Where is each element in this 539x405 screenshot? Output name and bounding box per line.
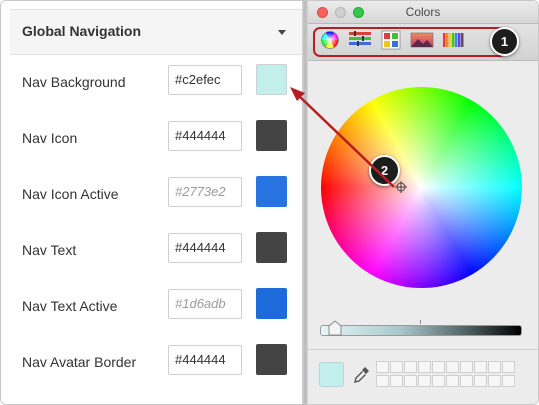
field-label: Nav Text [22, 242, 77, 258]
field-label: Nav Background [22, 74, 126, 90]
empty-swatch[interactable] [460, 375, 473, 387]
global-navigation-header[interactable]: Global Navigation [10, 9, 302, 55]
colors-window: Colors 1 2 [308, 1, 538, 404]
empty-swatch[interactable] [390, 361, 403, 373]
empty-swatch[interactable] [474, 375, 487, 387]
color-swatch[interactable] [256, 288, 287, 319]
callout-badge-1: 1 [490, 27, 519, 56]
crosshair-icon[interactable] [395, 181, 407, 193]
callout-badge-2: 2 [369, 155, 400, 186]
nav-background-input[interactable]: #c2efec [168, 65, 242, 95]
nav-background-row: Nav Background #c2efec [1, 54, 301, 110]
screenshot-frame: Global Navigation Nav Background #c2efec… [0, 0, 539, 405]
empty-swatch[interactable] [432, 375, 445, 387]
section-title: Global Navigation [22, 23, 142, 39]
empty-swatch[interactable] [404, 375, 417, 387]
slider-knob[interactable] [328, 320, 342, 337]
empty-swatch[interactable] [446, 361, 459, 373]
empty-swatch[interactable] [432, 361, 445, 373]
empty-swatch[interactable] [502, 375, 515, 387]
window-titlebar[interactable]: Colors [308, 1, 538, 24]
brightness-slider[interactable] [320, 325, 522, 336]
nav-text-input[interactable]: #444444 [168, 233, 242, 263]
color-swatch[interactable] [256, 232, 287, 263]
toolbar-highlight [313, 27, 507, 57]
color-swatch[interactable] [256, 176, 287, 207]
eyedropper-icon[interactable] [353, 365, 371, 385]
empty-swatch[interactable] [488, 361, 501, 373]
nav-icon-active-input[interactable]: #2773e2 [168, 177, 242, 207]
empty-swatch[interactable] [376, 375, 389, 387]
nav-avatar-border-input[interactable]: #444444 [168, 345, 242, 375]
empty-swatch[interactable] [418, 375, 431, 387]
field-label: Nav Avatar Border [22, 354, 137, 370]
nav-icon-input[interactable]: #444444 [168, 121, 242, 151]
empty-swatch[interactable] [446, 375, 459, 387]
empty-swatch[interactable] [376, 361, 389, 373]
swatch-grid [376, 361, 520, 389]
empty-swatch[interactable] [390, 375, 403, 387]
chevron-down-icon[interactable] [278, 30, 286, 35]
empty-swatch[interactable] [488, 375, 501, 387]
empty-swatch[interactable] [418, 361, 431, 373]
nav-avatar-border-row: Nav Avatar Border #444444 [1, 334, 301, 390]
empty-swatch[interactable] [404, 361, 417, 373]
window-title: Colors [405, 5, 441, 19]
theme-editor-panel: Global Navigation Nav Background #c2efec… [1, 1, 302, 404]
nav-text-row: Nav Text #444444 [1, 222, 301, 278]
nav-icon-row: Nav Icon #444444 [1, 110, 301, 166]
field-label: Nav Icon Active [22, 186, 119, 202]
empty-swatch[interactable] [502, 361, 515, 373]
field-label: Nav Icon [22, 130, 78, 146]
empty-swatch[interactable] [474, 361, 487, 373]
nav-text-active-input[interactable]: #1d6adb [168, 289, 242, 319]
color-swatch[interactable] [256, 64, 287, 95]
empty-swatch[interactable] [460, 361, 473, 373]
slider-tick [420, 320, 421, 324]
nav-text-active-row: Nav Text Active #1d6adb [1, 278, 301, 334]
nav-icon-active-row: Nav Icon Active #2773e2 [1, 166, 301, 222]
separator [308, 349, 538, 350]
color-wheel[interactable] [321, 87, 522, 288]
current-color-swatch[interactable] [319, 362, 344, 387]
color-swatch[interactable] [256, 344, 287, 375]
field-label: Nav Text Active [22, 298, 118, 314]
color-swatch[interactable] [256, 120, 287, 151]
